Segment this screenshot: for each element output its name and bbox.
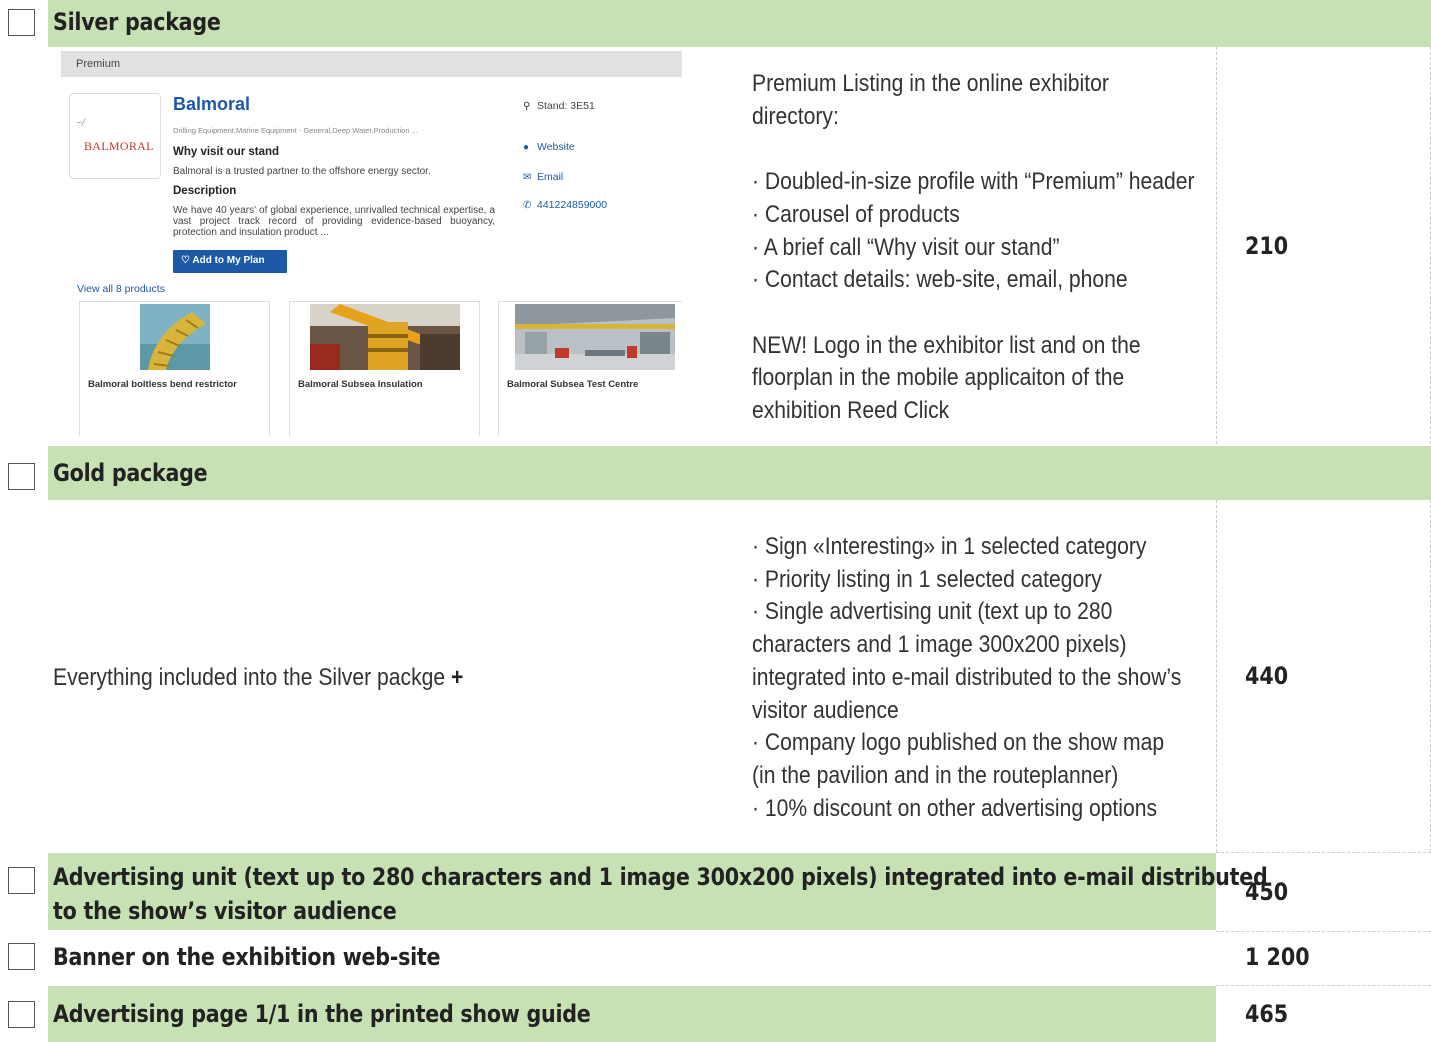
- subsea-insulation-image: [310, 304, 460, 370]
- gold-package-band: [48, 446, 1431, 500]
- stand-label: Stand: 3E51: [537, 100, 595, 112]
- preview-stand: ⚲ Stand: 3E51: [523, 100, 595, 112]
- advertising-unit-title-line2: to the show’s visitor audience: [53, 897, 397, 925]
- advertising-unit-title-line1: Advertising unit (text up to 280 charact…: [53, 863, 1268, 891]
- phone-label: 441224859000: [537, 199, 608, 211]
- preview-description-text: We have 40 years' of global experience, …: [173, 205, 495, 238]
- preview-company-name[interactable]: Balmoral: [173, 94, 250, 115]
- silver-description: Premium Listing in the online exhibitor …: [752, 68, 1195, 428]
- divider: [1216, 931, 1431, 932]
- gold-price: 440: [1245, 662, 1289, 690]
- advertising-unit-price: 450: [1245, 878, 1289, 906]
- heart-icon: ♡: [181, 255, 193, 266]
- silver-desc-line: [752, 133, 1195, 166]
- silver-desc-line: · Doubled-in-size profile with “Premium”…: [752, 168, 1195, 196]
- gold-desc-line: · Sign «Interesting» in 1 selected categ…: [752, 533, 1147, 560]
- premium-listing-preview: Premium ~/ BALMORAL Balmoral Drilling Eq…: [61, 51, 682, 436]
- preview-phone-link[interactable]: ✆ 441224859000: [523, 199, 607, 211]
- plus-sign: +: [450, 664, 464, 691]
- silver-desc-line: · Carousel of products: [752, 200, 960, 228]
- preview-email-link[interactable]: ✉ Email: [523, 171, 563, 183]
- banner-checkbox[interactable]: [8, 943, 35, 970]
- gold-desc-line: visitor audience: [752, 696, 899, 724]
- globe-icon: ●: [523, 142, 530, 153]
- gold-desc-line: characters and 1 image 300x200 pixels): [752, 631, 1127, 659]
- banner-price: 1 200: [1245, 943, 1310, 971]
- preview-why-text: Balmoral is a trusted partner to the off…: [173, 166, 431, 177]
- product-card[interactable]: Balmoral boltless bend restrictor: [79, 301, 270, 436]
- preview-website-link[interactable]: ● Website: [523, 141, 575, 153]
- advertising-page-price: 465: [1245, 1000, 1289, 1028]
- logo-brand-text: BALMORAL: [84, 139, 154, 153]
- add-to-my-plan-button[interactable]: ♡ Add to My Plan: [173, 250, 287, 273]
- location-pin-icon: ⚲: [523, 101, 531, 112]
- banner-title: Banner on the exhibition web-site: [53, 943, 441, 971]
- email-label: Email: [537, 171, 564, 183]
- preview-why-heading: Why visit our stand: [173, 146, 280, 158]
- gold-intro: Everything included into the Silver pack…: [53, 662, 463, 695]
- advertising-unit-title: Advertising unit (text up to 280 charact…: [53, 860, 1268, 928]
- silver-desc-line: NEW! Logo in the exhibitor list and on t…: [752, 331, 1141, 359]
- silver-desc-line: exhibition Reed Click: [752, 397, 950, 425]
- silver-desc-line: directory:: [752, 102, 839, 130]
- advertising-unit-checkbox[interactable]: [8, 867, 35, 894]
- product-card[interactable]: Balmoral Subsea Insulation: [289, 301, 480, 436]
- product-caption: Balmoral Subsea Test Centre: [507, 379, 639, 390]
- website-label: Website: [537, 141, 575, 153]
- phone-icon: ✆: [523, 200, 532, 211]
- divider: [1216, 852, 1431, 853]
- envelope-icon: ✉: [523, 172, 532, 183]
- silver-package-checkbox[interactable]: [8, 9, 35, 36]
- view-all-products-link[interactable]: View all 8 products: [77, 283, 165, 295]
- gold-desc-line: · Priority listing in 1 selected categor…: [752, 565, 1102, 593]
- gold-description: · Sign «Interesting» in 1 selected categ…: [752, 531, 1181, 825]
- bend-restrictor-image: [140, 304, 210, 370]
- gold-desc-line: · 10% discount on other advertising opti…: [752, 794, 1158, 822]
- silver-desc-line: Premium Listing in the online exhibitor: [752, 70, 1109, 97]
- product-image-subsea-insulation: [310, 304, 460, 370]
- silver-desc-line: floorplan in the mobile applicaiton of t…: [752, 364, 1125, 392]
- divider: [1216, 985, 1431, 986]
- gold-desc-line: (in the pavilion and in the routeplanner…: [752, 761, 1119, 789]
- product-image-bend-restrictor: [140, 304, 210, 370]
- advertising-page-title: Advertising page 1/1 in the printed show…: [53, 1000, 591, 1028]
- product-image-test-centre: [515, 304, 675, 370]
- gold-intro-text: Everything included into the Silver pack…: [53, 664, 446, 691]
- silver-package-title: Silver package: [53, 8, 221, 36]
- advertising-page-checkbox[interactable]: [8, 1001, 35, 1028]
- silver-price: 210: [1245, 232, 1289, 260]
- test-centre-image: [515, 304, 675, 370]
- logo-swirl-icon: ~/: [76, 118, 85, 129]
- silver-desc-line: · Contact details: web-site, email, phon…: [752, 266, 1128, 294]
- silver-desc-line: · A brief call “Why visit our stand”: [752, 233, 1060, 261]
- preview-premium-header: Premium: [61, 51, 682, 77]
- add-to-my-plan-label: Add to My Plan: [192, 255, 265, 266]
- gold-package-checkbox[interactable]: [8, 463, 35, 490]
- silver-package-band: [48, 0, 1431, 47]
- gold-desc-line: integrated into e-mail distributed to th…: [752, 663, 1182, 691]
- gold-desc-line: · Company logo published on the show map: [752, 729, 1165, 757]
- product-caption: Balmoral boltless bend restrictor: [88, 379, 237, 390]
- product-caption: Balmoral Subsea Insulation: [298, 379, 423, 390]
- gold-package-title: Gold package: [53, 459, 208, 487]
- preview-categories: Drilling Equipment,Marine Equipment - Ge…: [173, 126, 418, 135]
- product-card[interactable]: Balmoral Subsea Test Centre: [498, 301, 682, 436]
- preview-description-heading: Description: [173, 185, 237, 197]
- preview-company-logo: ~/ BALMORAL: [69, 93, 161, 179]
- silver-desc-line: [752, 297, 1195, 330]
- gold-desc-line: · Single advertising unit (text up to 28…: [752, 598, 1113, 626]
